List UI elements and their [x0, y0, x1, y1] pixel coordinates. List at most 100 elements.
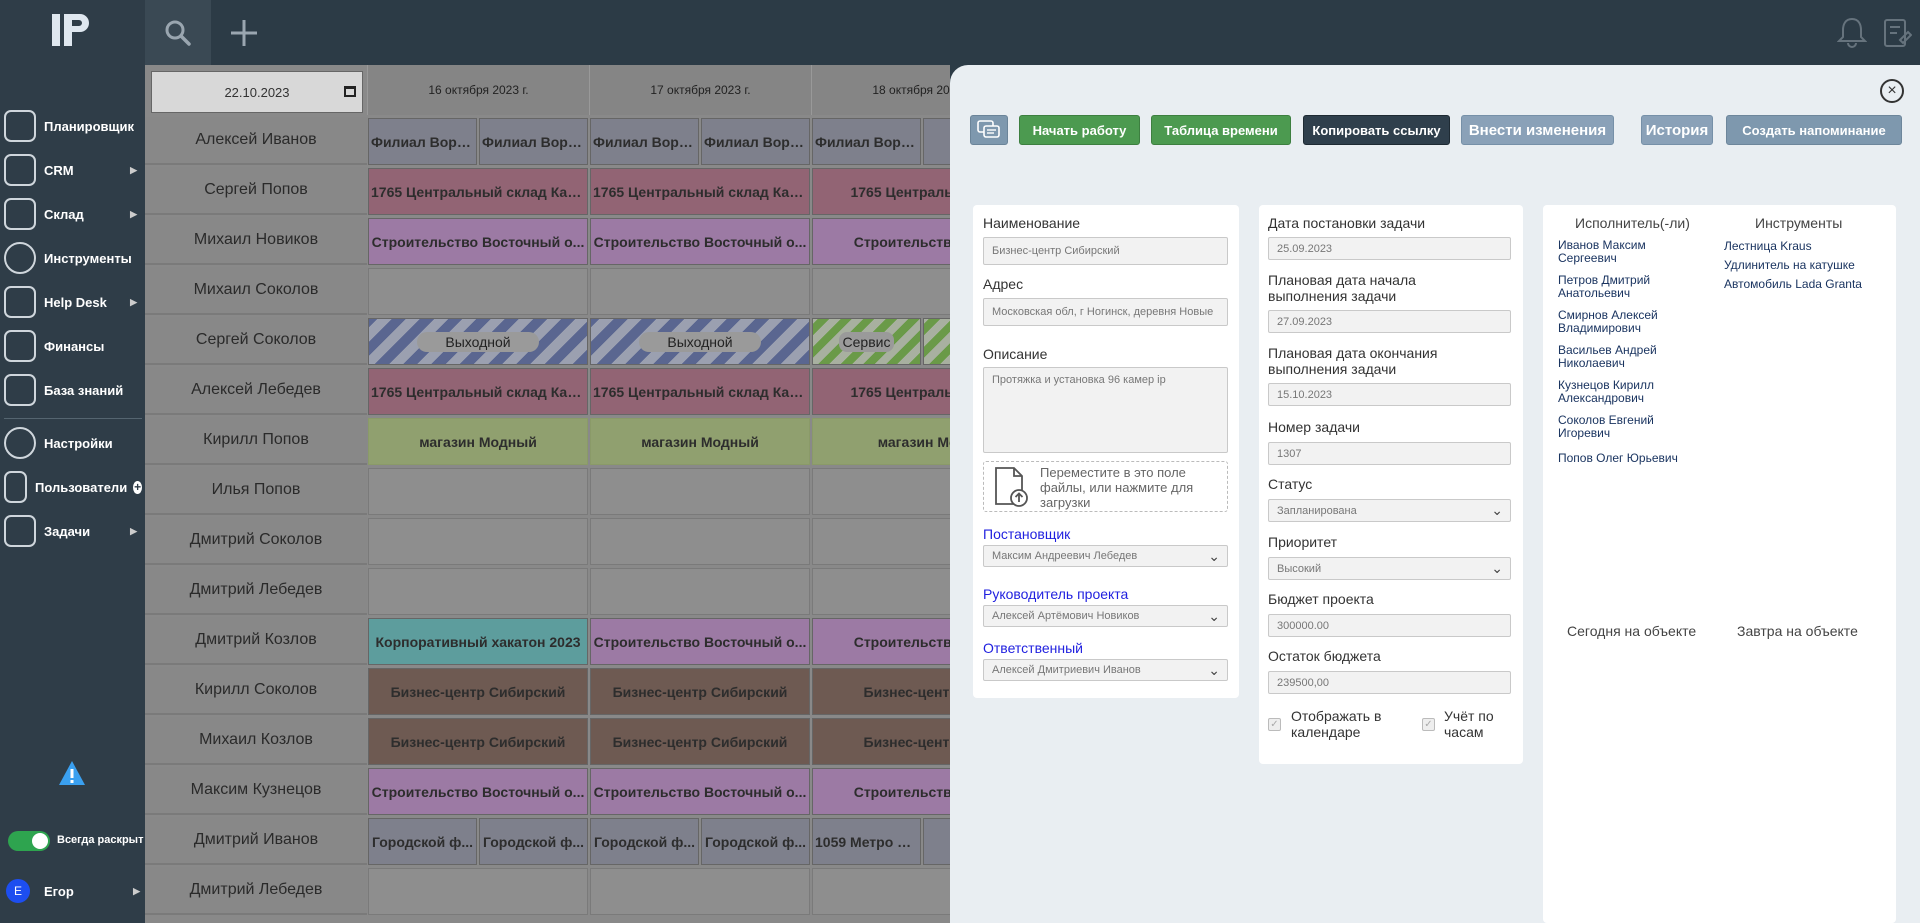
schedule-slot[interactable]	[368, 868, 588, 915]
schedule-event[interactable]: Филиал Воро...	[479, 118, 588, 165]
tool-item[interactable]: Лестница Kraus	[1724, 239, 1812, 253]
executor-item[interactable]: Петров Дмитрий Анатольевич	[1558, 274, 1678, 300]
schedule-event[interactable]: Городской ф...	[590, 818, 699, 865]
user-menu[interactable]: E Егор ▶	[6, 878, 141, 904]
employee-name[interactable]: Кирилл Попов	[145, 417, 367, 465]
employee-name[interactable]: Алексей Иванов	[145, 117, 367, 165]
priority-select[interactable]: Высокий	[1268, 557, 1511, 580]
executor-item[interactable]: Попов Олег Юрьевич	[1558, 452, 1678, 465]
address-field[interactable]: Московская обл, г Ногинск, деревня Новые	[983, 298, 1228, 326]
schedule-event[interactable]: 1765 Центральный с	[812, 368, 950, 415]
schedule-event[interactable]: Бизнес-центр Сибирский	[368, 718, 588, 765]
executor-item[interactable]: Соколов Евгений Игоревич	[1558, 414, 1678, 440]
employee-name[interactable]: Дмитрий Соколов	[145, 517, 367, 565]
history-button[interactable]: История	[1641, 115, 1713, 145]
sidebar-item-5[interactable]: Финансы	[4, 328, 142, 364]
file-upload-dropzone[interactable]: Переместите в это поле файлы, или нажмит…	[983, 461, 1228, 512]
schedule-event[interactable]: 1765 Центральный с	[812, 168, 950, 215]
assigner-select[interactable]: Максим Андреевич Лебедев	[983, 545, 1228, 567]
schedule-slot[interactable]	[590, 868, 810, 915]
responsible-select[interactable]: Алексей Дмитриевич Иванов	[983, 659, 1228, 681]
timesheet-button[interactable]: Таблица времени	[1151, 115, 1291, 145]
add-button[interactable]	[211, 0, 277, 65]
employee-name[interactable]: Дмитрий Лебедев	[145, 867, 367, 915]
employee-name[interactable]: Михаил Соколов	[145, 267, 367, 315]
schedule-event[interactable]: Городской ф...	[368, 818, 477, 865]
budget-field[interactable]: 300000.00	[1268, 614, 1511, 637]
schedule-event[interactable]: 1765 Центральный склад Каз...	[590, 168, 810, 215]
schedule-event[interactable]: Строительство Восточный о...	[368, 218, 588, 265]
schedule-event[interactable]: Корпоративный хакатон 2023	[368, 618, 588, 665]
executor-item[interactable]: Смирнов Алексей Владимирович	[1558, 309, 1678, 335]
executor-item[interactable]: Васильев Андрей Николаевич	[1558, 344, 1678, 370]
schedule-event[interactable]: Строительство Восточный о...	[590, 218, 810, 265]
bell-icon[interactable]	[1836, 16, 1868, 53]
schedule-event[interactable]: Фи	[923, 118, 950, 165]
tool-item[interactable]: Автомобиль Lada Granta	[1724, 277, 1862, 291]
employee-name[interactable]: Михаил Козлов	[145, 717, 367, 765]
sidebar-item-2[interactable]: Склад ▶	[4, 196, 142, 232]
schedule-slot[interactable]	[812, 468, 950, 515]
schedule-event[interactable]: Строительство Восточный о...	[590, 768, 810, 815]
schedule-event[interactable]: магазин Модный	[368, 418, 588, 465]
schedule-event[interactable]: Бизнес-центр Си	[812, 718, 950, 765]
schedule-slot[interactable]	[590, 468, 810, 515]
schedule-event[interactable]: 1765 Центральный склад Каз...	[368, 368, 588, 415]
hourly-tracking-checkbox[interactable]: ✓	[1422, 718, 1435, 731]
copy-link-button[interactable]: Копировать ссылку	[1303, 115, 1450, 145]
schedule-slot[interactable]	[812, 268, 950, 315]
schedule-event[interactable]: Филиал Воро...	[368, 118, 477, 165]
remaining-budget-field[interactable]: 239500,00	[1268, 671, 1511, 694]
sidebar-item-6[interactable]: База знаний	[4, 372, 142, 408]
schedule-event[interactable]: Сервис	[923, 318, 950, 365]
schedule-event[interactable]: Строительство Вос	[812, 768, 950, 815]
schedule-event[interactable]: Бизнес-центр Сибирский	[590, 668, 810, 715]
employee-name[interactable]: Михаил Новиков	[145, 217, 367, 265]
schedule-event[interactable]: Филиал Воро...	[590, 118, 699, 165]
schedule-event[interactable]: Горо	[923, 818, 950, 865]
schedule-slot[interactable]	[368, 518, 588, 565]
executor-item[interactable]: Кузнецов Кирилл Александрович	[1558, 379, 1678, 405]
tool-item[interactable]: Удлинитель на катушке	[1724, 258, 1855, 272]
sidebar-item-3[interactable]: Инструменты	[4, 240, 142, 276]
app-logo[interactable]	[52, 12, 92, 52]
schedule-event[interactable]: Бизнес-центр Сибирский	[368, 668, 588, 715]
sidebar-item-0[interactable]: Планировщик	[4, 108, 142, 144]
schedule-event[interactable]: 1059 Метро И...	[812, 818, 921, 865]
schedule-event[interactable]: Строительство Вос	[812, 218, 950, 265]
schedule-event[interactable]: 1765 Центральный склад Каз...	[368, 168, 588, 215]
schedule-event[interactable]: Строительство Восточный о...	[368, 768, 588, 815]
created-date-field[interactable]: 25.09.2023	[1268, 237, 1511, 260]
warning-icon[interactable]	[58, 760, 86, 786]
schedule-slot[interactable]	[368, 568, 588, 615]
sidebar-item-9[interactable]: Задачи ▶	[4, 513, 142, 549]
name-field[interactable]: Бизнес-центр Сибирский	[983, 237, 1228, 265]
executor-item[interactable]: Иванов Максим Сергеевич	[1558, 239, 1678, 265]
status-select[interactable]: Запланирована	[1268, 499, 1511, 522]
schedule-slot[interactable]	[590, 268, 810, 315]
schedule-slot[interactable]	[368, 268, 588, 315]
employee-name[interactable]: Дмитрий Козлов	[145, 617, 367, 665]
sidebar-item-7[interactable]: Настройки	[4, 425, 142, 461]
search-button[interactable]	[145, 0, 211, 65]
employee-name[interactable]: Сергей Соколов	[145, 317, 367, 365]
create-reminder-button[interactable]: Создать напоминание	[1726, 115, 1902, 145]
date-picker-input[interactable]: 22.10.2023	[151, 71, 363, 113]
schedule-event[interactable]: магазин Мод	[812, 418, 950, 465]
edit-button[interactable]: Внести изменения	[1461, 115, 1614, 145]
add-user-icon[interactable]: +	[133, 480, 142, 494]
always-expanded-toggle[interactable]	[8, 831, 50, 851]
schedule-event[interactable]: 1765 Центральный склад Каз...	[590, 368, 810, 415]
task-number-field[interactable]: 1307	[1268, 442, 1511, 465]
project-manager-select[interactable]: Алексей Артёмович Новиков	[983, 605, 1228, 627]
schedule-event[interactable]: Филиал Воро...	[701, 118, 810, 165]
sidebar-item-1[interactable]: CRM ▶	[4, 152, 142, 188]
employee-name[interactable]: Кирилл Соколов	[145, 667, 367, 715]
planned-start-field[interactable]: 27.09.2023	[1268, 310, 1511, 333]
employee-name[interactable]: Сергей Попов	[145, 167, 367, 215]
schedule-slot[interactable]	[368, 468, 588, 515]
schedule-slot[interactable]	[812, 868, 950, 915]
description-field[interactable]: Протяжка и установка 96 камер ip	[983, 367, 1228, 453]
schedule-event[interactable]: Строительство Вос	[812, 618, 950, 665]
employee-name[interactable]: Дмитрий Иванов	[145, 817, 367, 865]
